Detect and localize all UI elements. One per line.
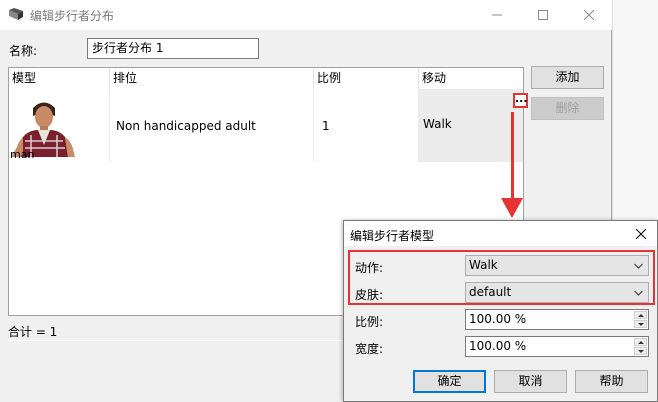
skin-select-value: default [469,285,512,299]
column-header-move[interactable]: 移动 [419,68,523,89]
width-spin-arrows[interactable] [634,338,647,355]
dialog-close-button[interactable] [629,223,653,244]
table-header: 模型 排位 比例 移动 [9,68,523,89]
action-label: 动作: [355,261,384,275]
maximize-button[interactable] [520,0,566,30]
ratio-cell[interactable]: 1 [314,89,419,162]
scale-value: 100.00 % [469,312,527,326]
arrow-up-icon [638,314,644,317]
separator-line [8,340,343,341]
total-count: 合计 = 1 [8,325,58,339]
scale-label: 比例: [355,315,384,329]
model-caption: man [10,148,35,161]
spin-up-button[interactable] [634,311,647,319]
scale-spinbox[interactable]: 100.00 % [465,309,649,330]
help-button[interactable]: 帮助 [575,370,648,393]
arrow-down-icon [638,323,644,326]
app-icon [9,8,23,20]
main-titlebar: 编辑步行者分布 [0,0,612,30]
main-window-title: 编辑步行者分布 [30,9,115,23]
chevron-down-icon [634,290,643,296]
width-label: 宽度: [355,342,384,356]
arrow-down-icon [638,350,644,353]
close-button[interactable] [566,0,612,30]
model-cell[interactable]: man [9,89,110,162]
chevron-down-icon [634,263,643,269]
ok-button[interactable]: 确定 [413,370,486,393]
column-header-model[interactable]: 模型 [9,68,110,89]
annotation-arrow-head [501,198,523,218]
spin-down-button[interactable] [634,320,647,328]
skin-label: 皮肤: [355,288,384,302]
spin-down-button[interactable] [634,347,647,355]
edit-walker-model-dialog: 编辑步行者模型 动作: Walk 皮肤: default 比例: 100.00 … [343,220,658,402]
skin-select[interactable]: default [465,282,649,303]
minimize-button[interactable] [474,0,520,30]
table-row[interactable]: man Non handicapped adult 1 Walk ... [9,89,528,162]
delete-button[interactable]: 删除 [531,97,604,120]
annotation-arrow-shaft [511,112,514,200]
action-select-value: Walk [469,258,498,272]
move-value: Walk [423,117,452,131]
column-header-rank[interactable]: 排位 [110,68,314,89]
arrow-up-icon [638,341,644,344]
scale-spin-arrows[interactable] [634,311,647,328]
action-select[interactable]: Walk [465,255,649,276]
column-header-ratio[interactable]: 比例 [314,68,419,89]
dialog-title: 编辑步行者模型 [350,229,435,243]
close-icon [636,228,646,239]
edit-model-ellipsis-button[interactable]: ... [513,93,528,108]
close-icon [584,10,594,20]
width-value: 100.00 % [469,339,527,353]
minimize-icon [492,14,502,16]
width-spinbox[interactable]: 100.00 % [465,336,649,357]
spin-up-button[interactable] [634,338,647,346]
add-button[interactable]: 添加 [531,66,604,89]
cancel-button[interactable]: 取消 [494,370,567,393]
move-cell[interactable]: Walk ... [419,89,528,162]
name-label: 名称: [9,44,38,58]
dialog-titlebar: 编辑步行者模型 [344,221,657,246]
name-input[interactable]: 步行者分布 1 [87,38,259,59]
rank-cell[interactable]: Non handicapped adult [110,89,314,162]
maximize-icon [538,10,548,20]
